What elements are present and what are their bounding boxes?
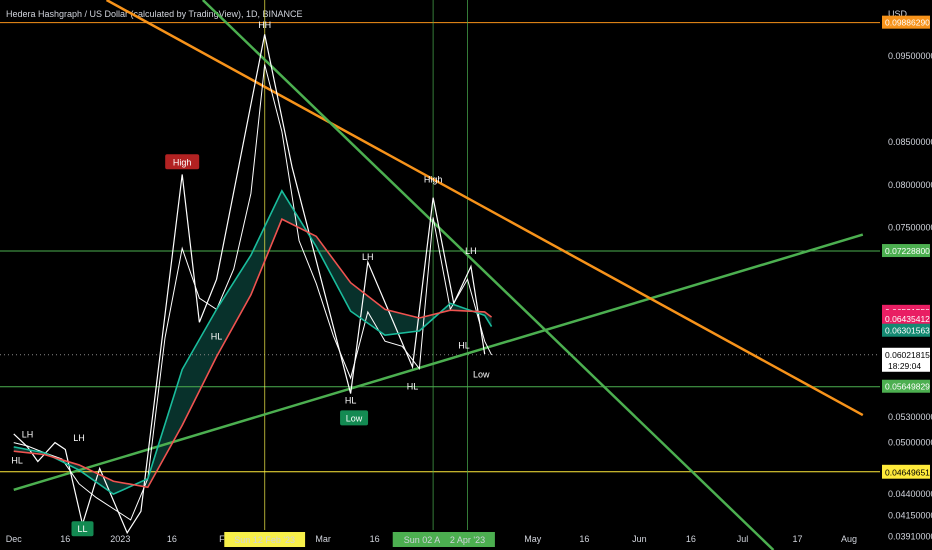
x-tick-12: 17 — [792, 534, 802, 544]
structure-label-7: HL — [11, 455, 23, 465]
x-tick-11: Jul — [737, 534, 749, 544]
y-tick-8: 0.03910000 — [888, 531, 932, 541]
structure-label-2: High — [424, 174, 443, 184]
y-tick-2: 0.08000000 — [888, 180, 932, 190]
structure-label-8: HL — [211, 332, 223, 342]
structure-label-1: High — [173, 157, 192, 167]
y-tick-6: 0.04400000 — [888, 489, 932, 499]
series-line-1 — [13, 189, 493, 496]
x-tick-1: 16 — [60, 534, 70, 544]
structure-label-11: HL — [458, 340, 470, 350]
x-tick-13: Aug — [841, 534, 857, 544]
y-tick-1: 0.08500000 — [888, 137, 932, 147]
y-tick-3: 0.07500000 — [888, 223, 932, 233]
structure-label-3: LH — [22, 430, 34, 440]
x-tick-2: 2023 — [110, 534, 130, 544]
x-tick-9: Jun — [632, 534, 647, 544]
x-tick-10: 16 — [686, 534, 696, 544]
structure-label-12: Low — [473, 370, 490, 380]
price-tag-6: 0.06021815 — [885, 350, 930, 360]
trend-line-0 — [13, 233, 864, 492]
structure-label-13: Low — [346, 413, 363, 423]
x-tick-5: Mar — [315, 534, 331, 544]
price-tag-9: 0.04649651 — [885, 468, 930, 478]
structure-label-5: LH — [362, 252, 374, 262]
price-tag-5: 0.06301563 — [885, 326, 930, 336]
price-tag-0: 0.09886290 — [885, 18, 930, 28]
structure-label-10: HL — [407, 382, 419, 392]
price-tag-1: 0.07228800 — [885, 246, 930, 256]
trend-line-2 — [201, 0, 775, 550]
price-chart[interactable]: HH High High LH LH LH LH HL HL HL HL HL Low Low LL Dec… — [0, 0, 932, 550]
y-tick-5: 0.05000000 — [888, 438, 932, 448]
x-tick-0: Dec — [6, 534, 23, 544]
x-tick-6: 16 — [370, 534, 380, 544]
x-tick-7: May — [524, 534, 542, 544]
y-tick-4: 0.05300000 — [888, 412, 932, 422]
structure-label-0: HH — [258, 20, 271, 30]
structure-label-14: LL — [77, 524, 87, 534]
y-tick-7: 0.04150000 — [888, 511, 932, 521]
ma-ribbon — [13, 190, 492, 495]
y-tick-0: 0.09500000 — [888, 51, 932, 61]
date-highlight-2: 2 Apr '23 — [450, 535, 485, 545]
date-highlight-0: Sun 12 Feb '23 — [234, 535, 295, 545]
structure-label-4: LH — [73, 433, 85, 443]
x-tick-3: 16 — [167, 534, 177, 544]
price-tag-7: 0.05649829 — [885, 382, 930, 392]
structure-label-6: LH — [465, 246, 477, 256]
price-tag-time: 18:29:04 — [888, 361, 921, 371]
x-tick-8: 16 — [579, 534, 589, 544]
structure-label-9: HL — [345, 395, 357, 405]
price-tag-4: 0.06435412 — [885, 314, 930, 324]
